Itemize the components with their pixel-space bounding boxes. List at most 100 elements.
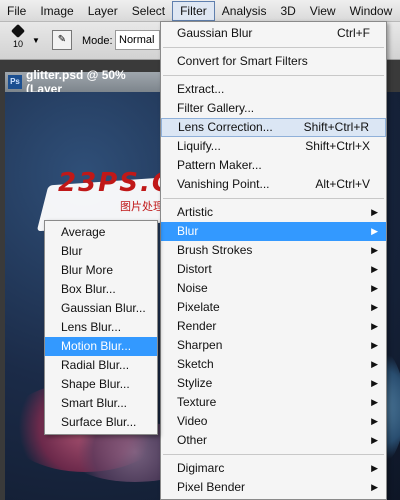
- blur-item-motion-blur[interactable]: Motion Blur...: [45, 337, 157, 356]
- menu-item-label: Artistic: [177, 205, 213, 219]
- menu-item-label: Video: [177, 414, 208, 428]
- filter-item-liquify[interactable]: Liquify... Shift+Ctrl+X: [161, 137, 386, 156]
- menu-image[interactable]: Image: [33, 1, 80, 21]
- menu-item-label: Box Blur...: [61, 282, 116, 296]
- menu-item-label: Pixel Bender: [177, 480, 246, 494]
- filter-item-blur[interactable]: Blur ▶: [161, 222, 386, 241]
- menu-analysis[interactable]: Analysis: [215, 1, 274, 21]
- chevron-down-icon[interactable]: ▼: [32, 36, 40, 45]
- submenu-arrow-icon: ▶: [371, 302, 378, 312]
- filter-item-noise[interactable]: Noise ▶: [161, 279, 386, 298]
- menu-item-label: Sharpen: [177, 338, 223, 352]
- blur-item-blur-more[interactable]: Blur More: [45, 261, 157, 280]
- filter-item-gaussian-blur[interactable]: Gaussian Blur Ctrl+F: [161, 24, 386, 43]
- menu-item-label: Stylize: [177, 376, 213, 390]
- brush-panel-toggle-icon[interactable]: ✎: [52, 30, 72, 50]
- submenu-arrow-icon: ▶: [371, 245, 378, 255]
- filter-item-artistic[interactable]: Artistic ▶: [161, 203, 386, 222]
- filter-item-render[interactable]: Render ▶: [161, 317, 386, 336]
- blur-item-radial-blur[interactable]: Radial Blur...: [45, 356, 157, 375]
- filter-item-texture[interactable]: Texture ▶: [161, 393, 386, 412]
- filter-item-sharpen[interactable]: Sharpen ▶: [161, 336, 386, 355]
- menu-item-label: Shape Blur...: [61, 377, 130, 391]
- menu-item-label: Filter Gallery...: [177, 101, 255, 115]
- menu-layer[interactable]: Layer: [81, 1, 125, 21]
- filter-item-filter-gallery[interactable]: Filter Gallery...: [161, 99, 386, 118]
- submenu-arrow-icon: ▶: [371, 397, 378, 407]
- document-tab[interactable]: Ps glitter.psd @ 50% (Layer: [5, 68, 165, 96]
- menu-item-label: Lens Correction...: [178, 120, 273, 134]
- menu-file[interactable]: File: [0, 1, 33, 21]
- blur-item-box-blur[interactable]: Box Blur...: [45, 280, 157, 299]
- menu-item-label: Convert for Smart Filters: [177, 54, 308, 68]
- photoshop-doc-icon: Ps: [8, 75, 22, 89]
- blur-item-surface-blur[interactable]: Surface Blur...: [45, 413, 157, 432]
- filter-item-digimarc[interactable]: Digimarc ▶: [161, 459, 386, 478]
- menu-item-label: Render: [177, 319, 217, 333]
- filter-item-stylize[interactable]: Stylize ▶: [161, 374, 386, 393]
- menu-item-label: Blur: [177, 224, 199, 238]
- menu-item-label: Digimarc: [177, 461, 225, 475]
- submenu-arrow-icon: ▶: [371, 359, 378, 369]
- submenu-arrow-icon: ▶: [371, 435, 378, 445]
- submenu-arrow-icon: ▶: [371, 340, 378, 350]
- menu-select[interactable]: Select: [125, 1, 172, 21]
- menu-filter[interactable]: Filter: [172, 0, 215, 21]
- menu-item-label: Pattern Maker...: [177, 158, 262, 172]
- blur-item-shape-blur[interactable]: Shape Blur...: [45, 375, 157, 394]
- brush-size: 10: [12, 39, 23, 49]
- mode-select[interactable]: Normal: [115, 30, 160, 50]
- blur-item-gaussian-blur[interactable]: Gaussian Blur...: [45, 299, 157, 318]
- menu-item-label: Distort: [177, 262, 212, 276]
- filter-item-convert-for-smart-filters[interactable]: Convert for Smart Filters: [161, 52, 386, 71]
- menu-bar: File Image Layer Select Filter Analysis 3D View…: [0, 0, 400, 22]
- menu-item-label: Gaussian Blur: [177, 26, 253, 40]
- submenu-arrow-icon: ▶: [371, 321, 378, 331]
- submenu-arrow-icon: ▶: [371, 283, 378, 293]
- filter-item-video[interactable]: Video ▶: [161, 412, 386, 431]
- filter-item-other[interactable]: Other ▶: [161, 431, 386, 450]
- filter-item-brush-strokes[interactable]: Brush Strokes ▶: [161, 241, 386, 260]
- filter-item-pixel-bender[interactable]: Pixel Bender ▶: [161, 478, 386, 497]
- submenu-arrow-icon: ▶: [371, 463, 378, 473]
- menu-item-label: Sketch: [177, 357, 214, 371]
- filter-item-distort[interactable]: Distort ▶: [161, 260, 386, 279]
- filter-item-vanishing-point[interactable]: Vanishing Point... Alt+Ctrl+V: [161, 175, 386, 194]
- menu-item-label: Extract...: [177, 82, 225, 96]
- blur-submenu: Average Blur Blur More Box Blur... Gaussian …: [44, 220, 158, 435]
- submenu-arrow-icon: ▶: [371, 207, 378, 217]
- filter-item-pixelate[interactable]: Pixelate ▶: [161, 298, 386, 317]
- blur-item-lens-blur[interactable]: Lens Blur...: [45, 318, 157, 337]
- menu-item-label: Noise: [177, 281, 208, 295]
- menu-item-label: Blur More: [61, 263, 114, 277]
- menu-item-label: Gaussian Blur...: [61, 301, 146, 315]
- blur-item-average[interactable]: Average: [45, 223, 157, 242]
- menu-3d[interactable]: 3D: [273, 1, 302, 21]
- menu-separator: [163, 198, 384, 199]
- brush-preset-picker[interactable]: 10: [8, 23, 28, 49]
- menu-window[interactable]: Window: [343, 1, 400, 21]
- menu-separator: [163, 47, 384, 48]
- menu-item-label: Motion Blur...: [61, 339, 132, 353]
- menu-item-shortcut: Alt+Ctrl+V: [315, 177, 370, 191]
- menu-item-label: Brush Strokes: [177, 243, 253, 257]
- menu-item-shortcut: Shift+Ctrl+R: [303, 120, 369, 134]
- brush-tip-icon: [10, 23, 26, 39]
- menu-item-shortcut: Ctrl+F: [337, 26, 370, 40]
- blur-item-smart-blur[interactable]: Smart Blur...: [45, 394, 157, 413]
- filter-item-pattern-maker[interactable]: Pattern Maker...: [161, 156, 386, 175]
- menu-item-label: Blur: [61, 244, 83, 258]
- blur-item-blur[interactable]: Blur: [45, 242, 157, 261]
- menu-item-label: Vanishing Point...: [177, 177, 270, 191]
- filter-item-sketch[interactable]: Sketch ▶: [161, 355, 386, 374]
- filter-menu: Gaussian Blur Ctrl+F Convert for Smart Fil…: [160, 21, 387, 500]
- menu-item-label: Texture: [177, 395, 217, 409]
- submenu-arrow-icon: ▶: [371, 378, 378, 388]
- filter-item-extract[interactable]: Extract...: [161, 80, 386, 99]
- submenu-arrow-icon: ▶: [371, 264, 378, 274]
- filter-item-lens-correction[interactable]: Lens Correction... Shift+Ctrl+R: [161, 118, 386, 137]
- menu-item-label: Lens Blur...: [61, 320, 122, 334]
- submenu-arrow-icon: ▶: [371, 416, 378, 426]
- menu-view[interactable]: View: [303, 1, 343, 21]
- menu-item-shortcut: Shift+Ctrl+X: [305, 139, 370, 153]
